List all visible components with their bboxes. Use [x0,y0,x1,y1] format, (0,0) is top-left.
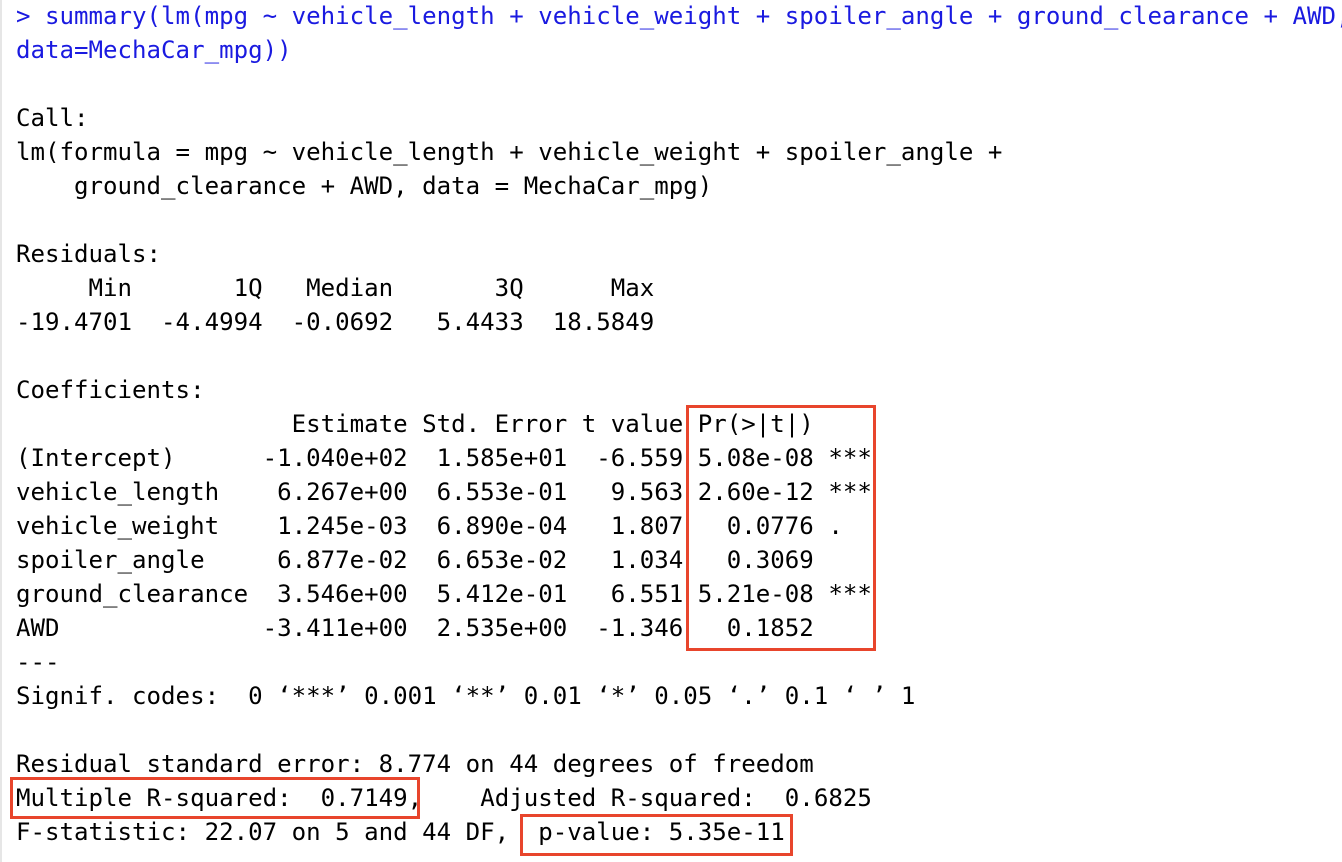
r-console-output: > summary(lm(mpg ~ vehicle_length + vehi… [16,0,1342,849]
call-heading: Call: [16,104,89,132]
coefficients-header-row: Estimate Std. Error t value Pr(>|t|) [16,410,872,438]
residuals-header-row: Min 1Q Median 3Q Max [16,274,669,302]
call-formula-line-2: ground_clearance + AWD, data = MechaCar_… [16,172,713,200]
coefficient-row-intercept: (Intercept) -1.040e+02 1.585e+01 -6.559 … [16,444,872,472]
coefficient-row-vehicle-weight: vehicle_weight 1.245e-03 6.890e-04 1.807… [16,512,872,540]
residuals-heading: Residuals: [16,240,162,268]
console-command-line-1[interactable]: > summary(lm(mpg ~ vehicle_length + vehi… [16,0,1342,33]
residuals-values-row: -19.4701 -4.4994 -0.0692 5.4433 18.5849 [16,308,669,336]
signif-codes-line: Signif. codes: 0 ‘***’ 0.001 ‘**’ 0.01 ‘… [16,682,916,710]
coefficients-heading: Coefficients: [16,376,205,404]
coefficient-row-awd: AWD -3.411e+00 2.535e+00 -1.346 0.1852 [16,614,872,642]
call-formula-line-1: lm(formula = mpg ~ vehicle_length + vehi… [16,138,1003,166]
p-values-column-highlight [686,405,876,651]
p-value-highlight [520,814,793,856]
coefficient-row-spoiler-angle: spoiler_angle 6.877e-02 6.653e-02 1.034 … [16,546,872,574]
separator-line: --- [16,648,60,676]
residual-standard-error-line: Residual standard error: 8.774 on 44 deg… [16,750,814,778]
coefficient-row-vehicle-length: vehicle_length 6.267e+00 6.553e-01 9.563… [16,478,872,506]
coefficient-row-ground-clearance: ground_clearance 3.546e+00 5.412e-01 6.5… [16,580,872,608]
console-command-line-2[interactable]: data=MechaCar_mpg)) [16,33,1342,67]
multiple-r-squared-highlight [10,777,420,819]
